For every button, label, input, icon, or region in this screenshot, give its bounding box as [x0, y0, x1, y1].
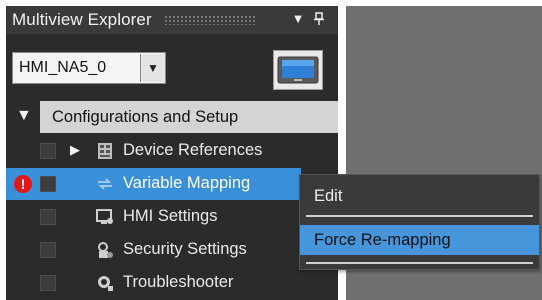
tree-item-label: Troubleshooter: [123, 273, 234, 291]
hmi-device-icon: [277, 56, 319, 84]
warning-icon: !: [14, 175, 32, 193]
checkbox[interactable]: [40, 176, 56, 192]
expand-icon[interactable]: ▶: [70, 142, 80, 158]
security-settings-icon: [96, 241, 114, 259]
tree-item-troubleshooter[interactable]: Troubleshooter: [6, 267, 338, 299]
panel-header: Multiview Explorer ▼: [6, 6, 338, 34]
hmi-device-select[interactable]: HMI_NA5_0 ▼: [12, 52, 166, 84]
checkbox[interactable]: [40, 242, 56, 258]
tree-item-label: Device References: [123, 141, 263, 159]
tree-item-security-settings[interactable]: Security Settings: [6, 234, 338, 266]
collapse-icon[interactable]: ▼: [16, 107, 32, 125]
variable-mapping-icon: [96, 175, 114, 193]
section-label: Configurations and Setup: [40, 101, 338, 133]
tree-item-label: HMI Settings: [123, 207, 218, 225]
menu-item-edit[interactable]: Edit: [300, 181, 539, 211]
hmi-device-value: HMI_NA5_0: [19, 59, 107, 76]
hmi-settings-icon: [96, 208, 114, 226]
checkbox[interactable]: [40, 143, 56, 159]
device-references-icon: [96, 142, 114, 160]
context-menu: Edit Force Re-mapping: [299, 174, 540, 270]
checkbox[interactable]: [40, 275, 56, 291]
menu-separator: [306, 215, 533, 217]
drag-grip[interactable]: [163, 15, 256, 25]
chevron-down-icon[interactable]: ▼: [140, 54, 165, 82]
tree-item-label: Security Settings: [123, 240, 247, 258]
hmi-device-button[interactable]: [273, 50, 323, 90]
tree-item-hmi-settings[interactable]: HMI Settings: [6, 201, 338, 233]
menu-separator: [306, 262, 533, 264]
tree-item-variable-mapping[interactable]: ! Variable Mapping: [6, 168, 301, 200]
tree-item-device-references[interactable]: ▶ Device References: [6, 135, 338, 167]
checkbox[interactable]: [40, 209, 56, 225]
panel-title: Multiview Explorer: [12, 10, 152, 29]
panel-menu-dropdown-icon[interactable]: ▼: [291, 12, 305, 26]
configurations-section[interactable]: ▼ Configurations and Setup: [6, 101, 338, 133]
pin-icon[interactable]: [312, 12, 326, 26]
troubleshooter-icon: [96, 274, 114, 292]
screen: Multiview Explorer ▼ HMI_NA5_0 ▼ ▼ Confi…: [0, 0, 542, 300]
tree-item-label: Variable Mapping: [123, 174, 251, 192]
menu-item-force-remapping[interactable]: Force Re-mapping: [300, 225, 539, 255]
